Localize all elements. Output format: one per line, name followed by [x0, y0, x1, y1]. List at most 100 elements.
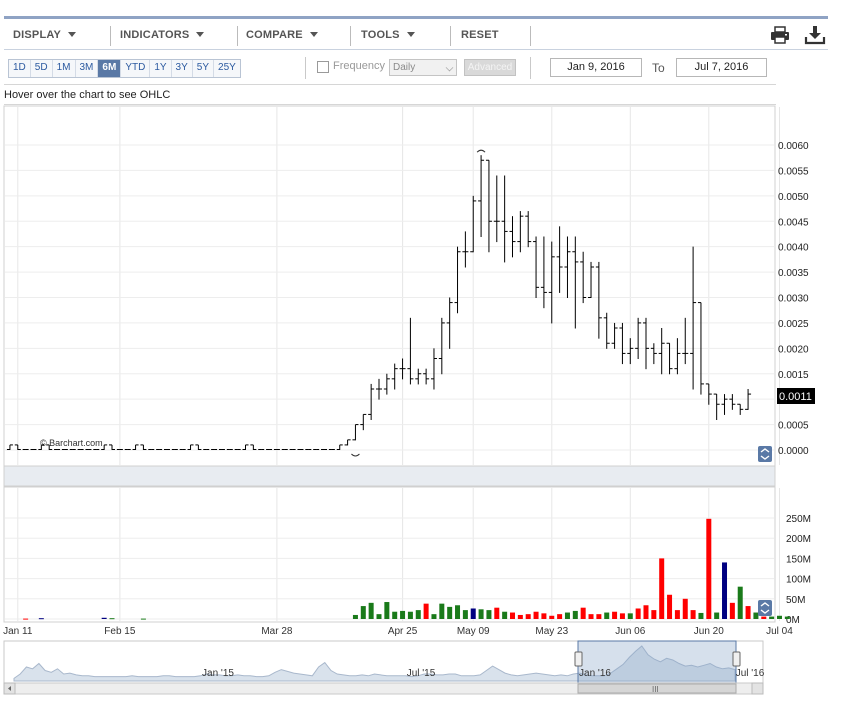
volume-bar: [572, 610, 578, 619]
volume-bar: [596, 614, 602, 619]
volume-bar: [23, 618, 29, 620]
volume-bar: [431, 614, 437, 619]
ohlc-bar: [69, 448, 76, 450]
navigator-left-handle[interactable]: [574, 651, 583, 667]
price-chart[interactable]: 0.0060 0.0055 0.0050 0.0045 0.0040 0.0035 0.00…: [0, 0, 843, 714]
ohlc-bar: [328, 448, 335, 450]
volume-bar: [549, 615, 555, 619]
date-tick-label: May 09: [457, 626, 490, 637]
volume-bar: [392, 611, 398, 619]
ohlc-bar: [289, 448, 296, 450]
price-tick-label: 0.0060: [778, 141, 809, 152]
volume-bar: [376, 614, 382, 619]
ohlc-bar: [218, 448, 225, 450]
volume-bar: [604, 612, 610, 619]
volume-bar: [761, 616, 767, 619]
volume-bar: [667, 594, 673, 619]
ohlc-bar: [211, 448, 218, 450]
ohlc-bar: [163, 448, 170, 450]
ohlc-bar: [93, 448, 100, 450]
ohlc-bar: [305, 448, 312, 450]
volume-bar: [415, 610, 421, 619]
navigator-tick-label: Jan '16: [579, 668, 611, 679]
volume-bar: [352, 614, 358, 619]
price-axis-scroll-button[interactable]: [758, 446, 772, 462]
navigator-tick-label: Jul '15: [407, 668, 436, 679]
price-tick-label: 0.0025: [778, 319, 809, 330]
chart-page: { "toolbar": { "menus": ["DISPLAY", "IND…: [0, 0, 843, 714]
date-tick-label: Jul 04: [766, 626, 793, 637]
date-tick-label: Jun 06: [615, 626, 645, 637]
ohlc-bar: [171, 448, 178, 450]
ohlc-bar: [179, 448, 186, 450]
volume-bar: [682, 598, 688, 619]
volume-bar: [745, 606, 751, 619]
volume-bar: [580, 607, 586, 619]
watermark: © Barchart.com: [40, 438, 103, 448]
volume-bar: [612, 611, 618, 619]
volume-bar: [462, 610, 468, 619]
navigator-right-handle[interactable]: [732, 651, 741, 667]
volume-bar: [525, 614, 531, 619]
volume-bar: [502, 611, 508, 619]
volume-bar: [737, 586, 743, 619]
price-tick-label: 0.0050: [778, 192, 809, 203]
ohlc-bar: [85, 448, 92, 450]
ohlc-bar: [281, 448, 288, 450]
volume-tick-label: 50M: [786, 595, 805, 606]
ohlc-bar: [148, 448, 155, 450]
volume-bar: [486, 610, 492, 619]
price-tick-label: 0.0045: [778, 217, 809, 228]
volume-bar: [455, 605, 461, 619]
date-tick-label: Jan 11: [3, 626, 33, 637]
price-tick-label: 0.0055: [778, 166, 809, 177]
volume-bar: [784, 616, 790, 619]
ohlc-bar: [226, 448, 233, 450]
volume-bar: [368, 602, 374, 619]
price-tick-label: 0.0000: [778, 446, 809, 457]
volume-bar: [38, 618, 44, 620]
volume-bar: [659, 558, 665, 619]
volume-bar: [517, 614, 523, 619]
volume-bar: [101, 617, 107, 619]
volume-bar: [140, 618, 146, 620]
volume-bar: [533, 611, 539, 619]
volume-bar: [588, 614, 594, 619]
volume-tick-label: 250M: [786, 514, 811, 525]
volume-tick-label: 150M: [786, 554, 811, 565]
volume-bar: [447, 606, 453, 619]
price-tick-label: 0.0030: [778, 294, 809, 305]
ohlc-bar: [77, 448, 84, 450]
volume-bar: [509, 612, 515, 619]
scroll-right-button[interactable]: [751, 682, 764, 695]
date-tick-label: Apr 25: [388, 626, 418, 637]
ohlc-bar: [321, 448, 328, 450]
price-tick-label: 0.0040: [778, 243, 809, 254]
last-price-label: 0.0011: [779, 391, 812, 403]
ohlc-bar: [30, 448, 37, 450]
ohlc-bar: [234, 448, 241, 450]
volume-bar: [729, 602, 735, 619]
navigator-tick-label: Jul '16: [736, 668, 765, 679]
volume-bar: [400, 610, 406, 619]
volume-axis-scroll-button[interactable]: [758, 600, 772, 616]
price-tick-label: 0.0015: [778, 370, 809, 381]
ohlc-bar: [258, 448, 265, 450]
volume-bar: [494, 607, 500, 619]
volume-bar: [776, 615, 782, 619]
date-tick-label: Jun 20: [694, 626, 724, 637]
volume-bar: [541, 613, 547, 619]
volume-bar: [698, 612, 704, 619]
volume-bar: [714, 612, 720, 619]
volume-bar: [706, 518, 712, 619]
volume-tick-label: 200M: [786, 534, 811, 545]
date-tick-label: Feb 15: [104, 626, 136, 637]
price-tick-label: 0.0035: [778, 268, 809, 279]
ohlc-bar: [273, 448, 280, 450]
volume-bar: [564, 612, 570, 619]
price-tick-label: 0.0020: [778, 344, 809, 355]
panel-splitter[interactable]: [3, 465, 776, 487]
volume-bar: [407, 611, 413, 619]
volume-bar: [753, 612, 759, 619]
volume-bar: [557, 614, 563, 619]
